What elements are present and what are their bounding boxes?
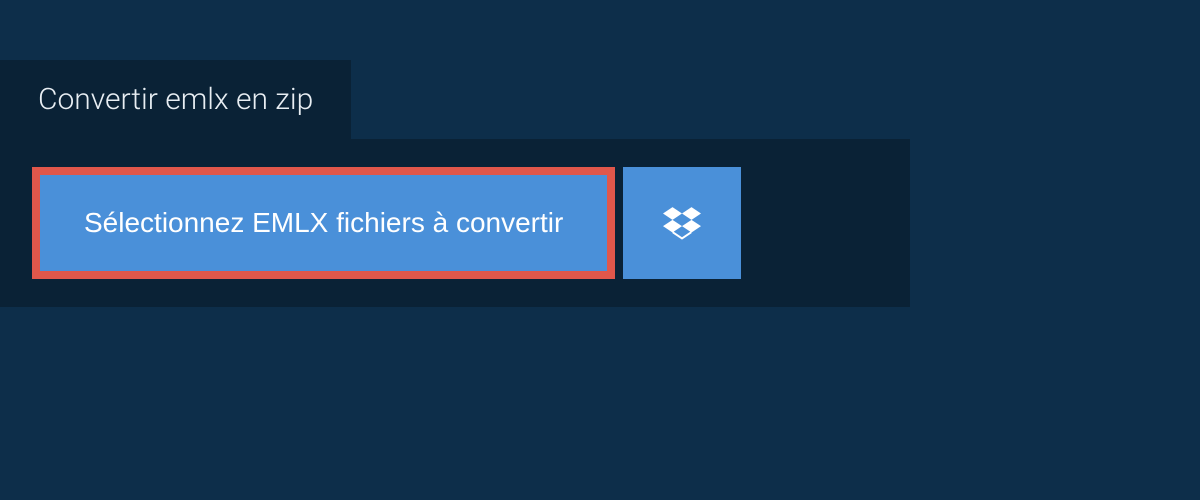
- tab-label: Convertir emlx en zip: [38, 82, 313, 117]
- select-files-button[interactable]: Sélectionnez EMLX fichiers à convertir: [40, 175, 607, 271]
- select-button-highlight: Sélectionnez EMLX fichiers à convertir: [32, 167, 615, 279]
- button-row: Sélectionnez EMLX fichiers à convertir: [32, 167, 878, 279]
- dropbox-icon: [663, 204, 701, 242]
- tab-convert[interactable]: Convertir emlx en zip: [0, 60, 351, 139]
- dropbox-button[interactable]: [623, 167, 741, 279]
- tab-container: Convertir emlx en zip Sélectionnez EMLX …: [0, 0, 1200, 307]
- content-panel: Sélectionnez EMLX fichiers à convertir: [0, 139, 910, 307]
